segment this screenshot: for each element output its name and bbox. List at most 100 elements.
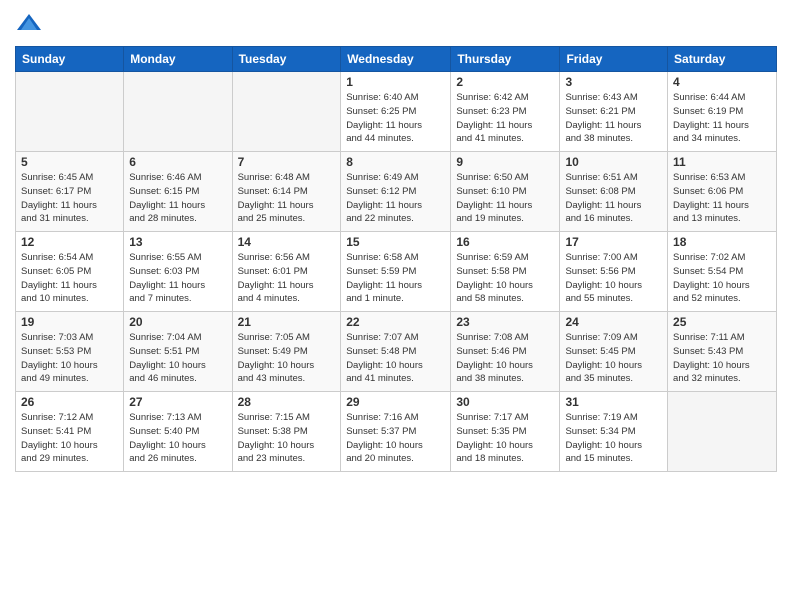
day-info: Sunrise: 6:59 AMSunset: 5:58 PMDaylight:… xyxy=(456,251,554,306)
weekday-header-saturday: Saturday xyxy=(668,47,777,72)
day-info: Sunrise: 6:42 AMSunset: 6:23 PMDaylight:… xyxy=(456,91,554,146)
calendar-cell: 15 Sunrise: 6:58 AMSunset: 5:59 PMDayligh… xyxy=(341,232,451,312)
calendar-cell: 29 Sunrise: 7:16 AMSunset: 5:37 PMDayligh… xyxy=(341,392,451,472)
page: SundayMondayTuesdayWednesdayThursdayFrid… xyxy=(0,0,792,612)
calendar-cell: 25 Sunrise: 7:11 AMSunset: 5:43 PMDayligh… xyxy=(668,312,777,392)
calendar-cell: 1 Sunrise: 6:40 AMSunset: 6:25 PMDaylight… xyxy=(341,72,451,152)
day-info: Sunrise: 6:45 AMSunset: 6:17 PMDaylight:… xyxy=(21,171,118,226)
day-info: Sunrise: 7:03 AMSunset: 5:53 PMDaylight:… xyxy=(21,331,118,386)
calendar-cell: 20Sunrise: 7:04 AMSunset: 5:51 PMDayligh… xyxy=(124,312,232,392)
day-number: 28 xyxy=(238,395,336,409)
day-number: 26 xyxy=(21,395,118,409)
day-info: Sunrise: 7:05 AMSunset: 5:49 PMDaylight:… xyxy=(238,331,336,386)
calendar-cell: 23Sunrise: 7:08 AMSunset: 5:46 PMDayligh… xyxy=(451,312,560,392)
day-number: 29 xyxy=(346,395,445,409)
day-info: Sunrise: 6:53 AMSunset: 6:06 PMDaylight:… xyxy=(673,171,771,226)
calendar-week-1: 1 Sunrise: 6:40 AMSunset: 6:25 PMDaylight… xyxy=(16,72,777,152)
calendar-cell: 27Sunrise: 7:13 AMSunset: 5:40 PMDayligh… xyxy=(124,392,232,472)
day-number: 25 xyxy=(673,315,771,329)
calendar-cell: 2 Sunrise: 6:42 AMSunset: 6:23 PMDaylight… xyxy=(451,72,560,152)
calendar-cell: 26 Sunrise: 7:12 AMSunset: 5:41 PMDayligh… xyxy=(16,392,124,472)
day-info: Sunrise: 7:13 AMSunset: 5:40 PMDaylight:… xyxy=(129,411,226,466)
calendar-cell: 6 Sunrise: 6:46 AMSunset: 6:15 PMDaylight… xyxy=(124,152,232,232)
weekday-header-thursday: Thursday xyxy=(451,47,560,72)
calendar-cell: 17 Sunrise: 7:00 AMSunset: 5:56 PMDayligh… xyxy=(560,232,668,312)
calendar-cell: 30 Sunrise: 7:17 AMSunset: 5:35 PMDayligh… xyxy=(451,392,560,472)
day-number: 17 xyxy=(565,235,662,249)
weekday-header-sunday: Sunday xyxy=(16,47,124,72)
calendar-cell xyxy=(124,72,232,152)
day-number: 8 xyxy=(346,155,445,169)
calendar-cell: 14Sunrise: 6:56 AMSunset: 6:01 PMDayligh… xyxy=(232,232,341,312)
calendar-cell: 9 Sunrise: 6:50 AMSunset: 6:10 PMDaylight… xyxy=(451,152,560,232)
day-number: 13 xyxy=(129,235,226,249)
day-number: 22 xyxy=(346,315,445,329)
day-info: Sunrise: 6:49 AMSunset: 6:12 PMDaylight:… xyxy=(346,171,445,226)
day-number: 20 xyxy=(129,315,226,329)
day-number: 2 xyxy=(456,75,554,89)
day-number: 9 xyxy=(456,155,554,169)
weekday-header-wednesday: Wednesday xyxy=(341,47,451,72)
calendar-cell: 16Sunrise: 6:59 AMSunset: 5:58 PMDayligh… xyxy=(451,232,560,312)
calendar-cell: 13 Sunrise: 6:55 AMSunset: 6:03 PMDayligh… xyxy=(124,232,232,312)
calendar-cell: 4Sunrise: 6:44 AMSunset: 6:19 PMDaylight… xyxy=(668,72,777,152)
calendar-cell: 3Sunrise: 6:43 AMSunset: 6:21 PMDaylight… xyxy=(560,72,668,152)
day-info: Sunrise: 6:40 AMSunset: 6:25 PMDaylight:… xyxy=(346,91,445,146)
day-number: 10 xyxy=(565,155,662,169)
calendar-cell: 28 Sunrise: 7:15 AMSunset: 5:38 PMDayligh… xyxy=(232,392,341,472)
day-info: Sunrise: 6:50 AMSunset: 6:10 PMDaylight:… xyxy=(456,171,554,226)
calendar-cell xyxy=(668,392,777,472)
weekday-header-tuesday: Tuesday xyxy=(232,47,341,72)
day-number: 7 xyxy=(238,155,336,169)
day-number: 30 xyxy=(456,395,554,409)
day-info: Sunrise: 7:02 AMSunset: 5:54 PMDaylight:… xyxy=(673,251,771,306)
calendar-header: SundayMondayTuesdayWednesdayThursdayFrid… xyxy=(16,47,777,72)
day-info: Sunrise: 7:16 AMSunset: 5:37 PMDaylight:… xyxy=(346,411,445,466)
day-info: Sunrise: 6:46 AMSunset: 6:15 PMDaylight:… xyxy=(129,171,226,226)
calendar-cell: 19Sunrise: 7:03 AMSunset: 5:53 PMDayligh… xyxy=(16,312,124,392)
day-number: 18 xyxy=(673,235,771,249)
calendar-cell: 21Sunrise: 7:05 AMSunset: 5:49 PMDayligh… xyxy=(232,312,341,392)
day-info: Sunrise: 7:11 AMSunset: 5:43 PMDaylight:… xyxy=(673,331,771,386)
day-info: Sunrise: 6:58 AMSunset: 5:59 PMDaylight:… xyxy=(346,251,445,306)
weekday-header-friday: Friday xyxy=(560,47,668,72)
day-info: Sunrise: 6:43 AMSunset: 6:21 PMDaylight:… xyxy=(565,91,662,146)
day-number: 1 xyxy=(346,75,445,89)
day-number: 24 xyxy=(565,315,662,329)
calendar-week-5: 26 Sunrise: 7:12 AMSunset: 5:41 PMDayligh… xyxy=(16,392,777,472)
day-info: Sunrise: 6:56 AMSunset: 6:01 PMDaylight:… xyxy=(238,251,336,306)
calendar-cell: 18 Sunrise: 7:02 AMSunset: 5:54 PMDayligh… xyxy=(668,232,777,312)
calendar-cell: 24Sunrise: 7:09 AMSunset: 5:45 PMDayligh… xyxy=(560,312,668,392)
day-info: Sunrise: 6:51 AMSunset: 6:08 PMDaylight:… xyxy=(565,171,662,226)
calendar-body: 1 Sunrise: 6:40 AMSunset: 6:25 PMDaylight… xyxy=(16,72,777,472)
logo-icon xyxy=(15,10,43,38)
logo xyxy=(15,10,45,38)
day-number: 12 xyxy=(21,235,118,249)
calendar-cell: 31Sunrise: 7:19 AMSunset: 5:34 PMDayligh… xyxy=(560,392,668,472)
day-info: Sunrise: 7:17 AMSunset: 5:35 PMDaylight:… xyxy=(456,411,554,466)
calendar-cell: 5 Sunrise: 6:45 AMSunset: 6:17 PMDaylight… xyxy=(16,152,124,232)
day-number: 11 xyxy=(673,155,771,169)
calendar-cell: 11 Sunrise: 6:53 AMSunset: 6:06 PMDayligh… xyxy=(668,152,777,232)
calendar-week-4: 19Sunrise: 7:03 AMSunset: 5:53 PMDayligh… xyxy=(16,312,777,392)
day-number: 15 xyxy=(346,235,445,249)
day-info: Sunrise: 7:12 AMSunset: 5:41 PMDaylight:… xyxy=(21,411,118,466)
day-info: Sunrise: 7:00 AMSunset: 5:56 PMDaylight:… xyxy=(565,251,662,306)
calendar-cell: 22 Sunrise: 7:07 AMSunset: 5:48 PMDayligh… xyxy=(341,312,451,392)
day-info: Sunrise: 7:08 AMSunset: 5:46 PMDaylight:… xyxy=(456,331,554,386)
calendar-week-2: 5 Sunrise: 6:45 AMSunset: 6:17 PMDaylight… xyxy=(16,152,777,232)
calendar-week-3: 12Sunrise: 6:54 AMSunset: 6:05 PMDayligh… xyxy=(16,232,777,312)
day-number: 5 xyxy=(21,155,118,169)
day-info: Sunrise: 6:48 AMSunset: 6:14 PMDaylight:… xyxy=(238,171,336,226)
calendar-cell: 7 Sunrise: 6:48 AMSunset: 6:14 PMDaylight… xyxy=(232,152,341,232)
day-number: 6 xyxy=(129,155,226,169)
calendar-cell: 12Sunrise: 6:54 AMSunset: 6:05 PMDayligh… xyxy=(16,232,124,312)
day-info: Sunrise: 6:55 AMSunset: 6:03 PMDaylight:… xyxy=(129,251,226,306)
day-info: Sunrise: 7:15 AMSunset: 5:38 PMDaylight:… xyxy=(238,411,336,466)
day-info: Sunrise: 7:19 AMSunset: 5:34 PMDaylight:… xyxy=(565,411,662,466)
calendar: SundayMondayTuesdayWednesdayThursdayFrid… xyxy=(15,46,777,472)
day-info: Sunrise: 7:07 AMSunset: 5:48 PMDaylight:… xyxy=(346,331,445,386)
weekday-row: SundayMondayTuesdayWednesdayThursdayFrid… xyxy=(16,47,777,72)
calendar-cell: 10 Sunrise: 6:51 AMSunset: 6:08 PMDayligh… xyxy=(560,152,668,232)
day-info: Sunrise: 6:44 AMSunset: 6:19 PMDaylight:… xyxy=(673,91,771,146)
